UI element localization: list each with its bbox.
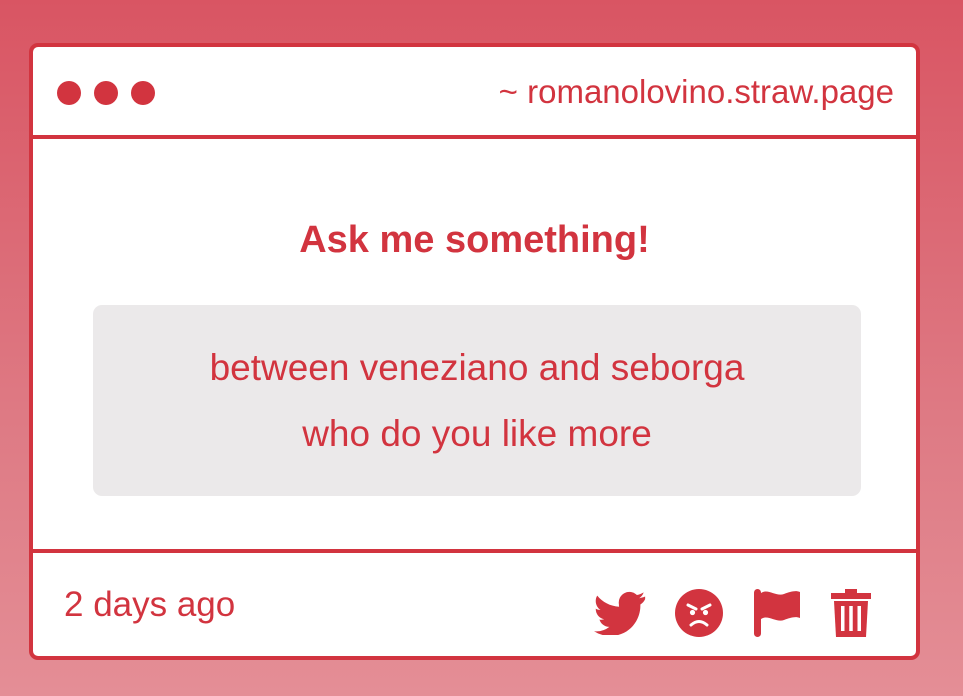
window-dot-1 — [57, 81, 81, 105]
react-angry-button[interactable] — [674, 588, 724, 638]
angry-face-icon — [675, 589, 723, 637]
action-bar — [594, 587, 872, 639]
report-button[interactable] — [752, 587, 802, 639]
card-footer: 2 days ago — [33, 557, 916, 656]
question-box: between veneziano and seborga who do you… — [93, 305, 861, 496]
twitter-share-button[interactable] — [594, 591, 646, 635]
question-card: ~ romanolovino.straw.page Ask me somethi… — [29, 43, 920, 660]
delete-button[interactable] — [830, 588, 872, 638]
window-controls — [57, 81, 155, 105]
page-url[interactable]: ~ romanolovino.straw.page — [499, 73, 894, 111]
page-title: Ask me something! — [299, 219, 650, 261]
question-line-1: between veneziano and seborga — [209, 346, 745, 388]
window-dot-3 — [131, 81, 155, 105]
question-content: Ask me something! between veneziano and … — [33, 139, 916, 553]
trash-icon — [831, 589, 871, 637]
flag-icon — [754, 589, 800, 637]
question-line-2: who do you like more — [302, 412, 652, 454]
window-dot-2 — [94, 81, 118, 105]
twitter-icon — [594, 591, 646, 635]
timestamp: 2 days ago — [64, 585, 236, 624]
window-titlebar: ~ romanolovino.straw.page — [33, 47, 916, 139]
